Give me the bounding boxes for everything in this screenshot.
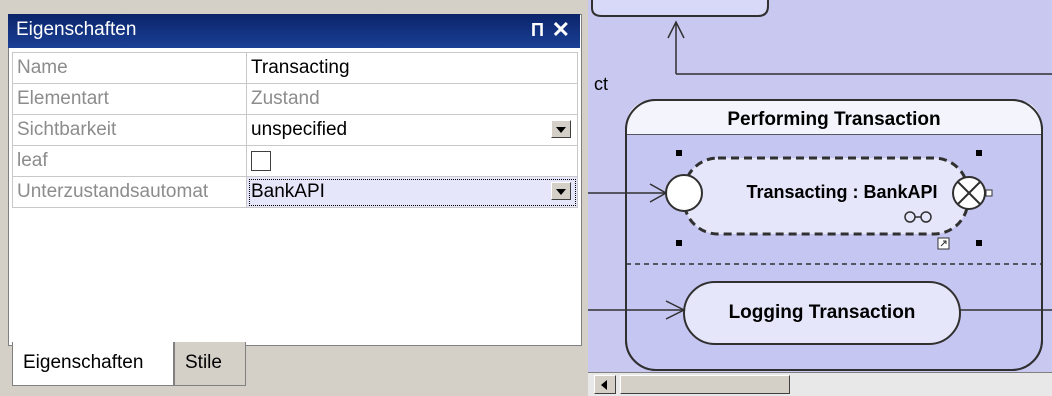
property-label: Unterzustandsautomat [12,176,247,208]
upper-state-box[interactable] [591,0,769,17]
panel-title: Eigenschaften [16,19,137,40]
fragment-label: ct [594,74,608,94]
element-type-value: Zustand [246,83,578,115]
scroll-left-icon[interactable] [594,375,616,394]
close-icon[interactable]: ✕ [552,17,570,43]
selection-handle[interactable] [976,240,982,246]
properties-panel: Eigenschaften Π ✕ Name Transacting Eleme… [0,0,588,395]
name-field[interactable]: Transacting [246,52,578,84]
property-row-submachine[interactable]: Unterzustandsautomat BankAPI [12,176,578,208]
selection-handle[interactable] [676,240,682,246]
composite-title: Performing Transaction [727,109,940,130]
property-label: leaf [12,145,247,177]
dropdown-arrow-icon[interactable] [551,182,571,200]
submachine-select[interactable]: BankAPI [246,176,578,208]
property-row-element-type: Elementart Zustand [12,83,578,115]
submachine-value: BankAPI [251,181,325,202]
property-row-name[interactable]: Name Transacting [12,52,578,84]
horizontal-scrollbar[interactable] [588,372,1052,396]
property-label: Name [12,52,247,84]
selection-handle[interactable] [976,150,982,156]
submachine-state-label: Transacting : BankAPI [746,182,937,202]
exit-handle[interactable] [985,189,993,197]
visibility-value: unspecified [251,119,348,140]
tab-stile[interactable]: Stile [174,342,246,386]
property-label: Sichtbarkeit [12,114,247,146]
property-label: Elementart [12,83,247,115]
entry-point[interactable] [665,174,703,212]
property-row-leaf[interactable]: leaf [12,145,578,177]
visibility-select[interactable]: unspecified [246,114,578,146]
leaf-checkbox[interactable] [251,150,271,171]
tab-eigenschaften[interactable]: Eigenschaften [12,342,174,386]
dropdown-arrow-icon[interactable] [551,120,571,138]
logging-state-label: Logging Transaction [729,302,916,323]
pin-icon[interactable]: Π [531,20,544,41]
selection-handle[interactable] [676,150,682,156]
property-row-visibility[interactable]: Sichtbarkeit unspecified [12,114,578,146]
diagram-svg: ct Performing Transaction Transacting : … [588,0,1052,395]
leaf-cell [246,145,578,177]
scroll-thumb[interactable] [620,375,790,394]
state-diagram-canvas[interactable]: ct Performing Transaction Transacting : … [588,0,1052,395]
properties-grid: Name Transacting Elementart Zustand Sich… [12,52,578,208]
exit-point[interactable] [952,176,986,210]
panel-titlebar: Eigenschaften Π ✕ [8,14,580,48]
